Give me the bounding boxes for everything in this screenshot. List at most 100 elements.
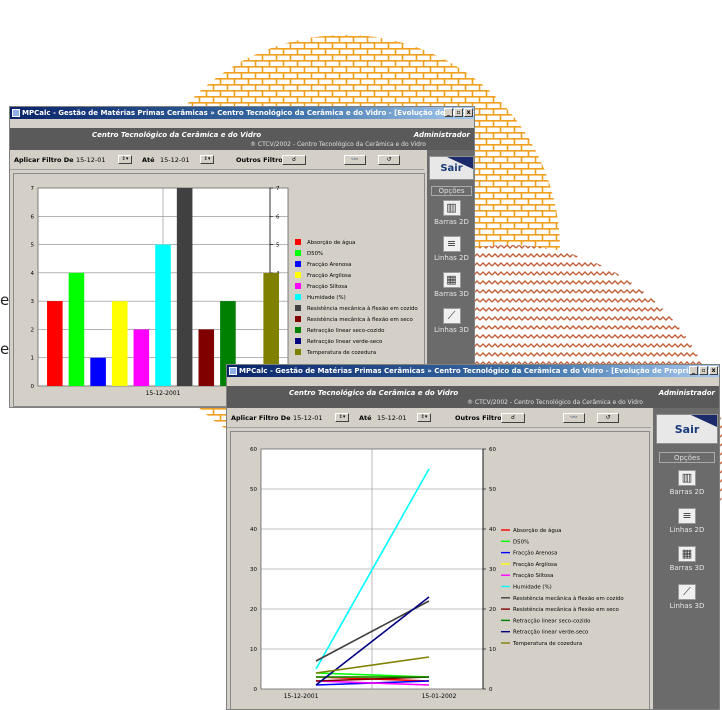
- legend-swatch: [295, 294, 301, 300]
- y-tick-label: 2: [31, 327, 35, 333]
- user-label: Administrador: [413, 131, 470, 139]
- bar-chart-3d-icon: ▦: [678, 546, 696, 562]
- from-date-spinner[interactable]: ⇕▾: [118, 155, 132, 164]
- legend-label: Retracção linear seco-cozido: [513, 618, 590, 624]
- lines-2d-option[interactable]: ≡ Linhas 2D: [653, 508, 719, 534]
- bars-2d-option[interactable]: ▥ Barras 2D: [427, 200, 474, 226]
- filter-dropdown-button[interactable]: ☌: [282, 155, 306, 165]
- undo-button[interactable]: ↺: [378, 155, 400, 165]
- y-tick-label: 20: [250, 607, 257, 613]
- option-label: Linhas 3D: [434, 326, 469, 334]
- y-tick-label: 10: [250, 647, 257, 653]
- bar-chart-2d-icon: ▥: [442, 200, 461, 216]
- option-label: Linhas 3D: [669, 602, 705, 610]
- legend-swatch: [295, 316, 301, 322]
- right-y-tick-label: 6: [276, 214, 280, 220]
- banner-title: Centro Tecnológico da Cerâmica e do Vidr…: [289, 389, 459, 397]
- chart-panel: 0 0 10 10 20 20 30 30 40 40 50 50 60 60 15-12-2001 15-0…: [230, 431, 650, 709]
- maximize-button[interactable]: ▫: [699, 366, 708, 375]
- line-chart-window: MPCalc - Gestão de Matérias Primas Cerâm…: [226, 364, 720, 710]
- exit-button[interactable]: Sair: [429, 156, 474, 180]
- legend-swatch: [295, 327, 301, 333]
- close-button[interactable]: x: [709, 366, 718, 375]
- bar: [68, 272, 85, 386]
- maximize-button[interactable]: ▫: [454, 108, 463, 117]
- right-y-tick-label: 7: [276, 186, 280, 192]
- from-date-field[interactable]: 15-12-01: [293, 414, 323, 422]
- close-button[interactable]: x: [464, 108, 473, 117]
- copyright-text: ® CTCV/2002 - Centro Tecnológico da Cerâ…: [467, 399, 643, 406]
- legend-label: Retracção linear verde-seco: [307, 339, 382, 345]
- bars-3d-option[interactable]: ▦ Barras 3D: [427, 272, 474, 298]
- y-tick-label: 7: [31, 186, 35, 192]
- legend-label: Fracção Argilosa: [513, 562, 557, 568]
- lines-3d-option[interactable]: ⟋ Linhas 3D: [653, 584, 719, 610]
- exit-button[interactable]: Sair: [656, 414, 718, 444]
- right-y-tick-label: 10: [489, 647, 496, 653]
- bars-3d-option[interactable]: ▦ Barras 3D: [653, 546, 719, 572]
- to-date-field[interactable]: 15-12-01: [377, 414, 407, 422]
- legend-label: Fracção Arenosa: [513, 551, 557, 557]
- undo-button[interactable]: ↺: [597, 413, 619, 423]
- filter-bar: Aplicar Filtro De 15-12-01 ⇕▾ Até 15-12-…: [227, 408, 651, 428]
- right-y-tick-label: 5: [276, 243, 280, 249]
- bar: [47, 301, 63, 386]
- binoculars-search-button[interactable]: 👓: [563, 413, 585, 423]
- bar-chart-2d-icon: ▥: [678, 470, 696, 486]
- menu-bar: [10, 119, 474, 128]
- from-date-spinner[interactable]: ⇕▾: [335, 413, 349, 422]
- title-bar[interactable]: MPCalc - Gestão de Matérias Primas Cerâm…: [227, 365, 719, 377]
- menu-bar: [227, 377, 719, 386]
- line-chart: 0 0 10 10 20 20 30 30 40 40 50 50 60 60 15-12-2001 15-0…: [250, 447, 624, 700]
- window-controls: _ ▫ x: [444, 108, 473, 117]
- window-title: MPCalc - Gestão de Matérias Primas Cerâm…: [22, 109, 474, 117]
- right-y-tick-label: 20: [489, 607, 496, 613]
- title-bar[interactable]: MPCalc - Gestão de Matérias Primas Cerâm…: [10, 107, 474, 119]
- user-label: Administrador: [658, 389, 715, 397]
- legend-label: Fracção Arenosa: [307, 262, 351, 268]
- exit-corner-icon: [447, 157, 473, 169]
- y-tick-label: 6: [31, 214, 35, 220]
- y-tick-label: 40: [250, 527, 257, 533]
- y-tick-label: 30: [250, 567, 257, 573]
- legend-label: D50%: [307, 251, 323, 257]
- filter-dropdown-button[interactable]: ☌: [501, 413, 525, 423]
- header-banner: Centro Tecnológico da Cerâmica e do Vidr…: [10, 128, 474, 150]
- bars-2d-option[interactable]: ▥ Barras 2D: [653, 470, 719, 496]
- filter-from-label: Aplicar Filtro De: [231, 414, 291, 422]
- binoculars-search-button[interactable]: 👓: [344, 155, 366, 165]
- legend-label: Resistência mecânica à flexão em seco: [513, 606, 619, 613]
- bar: [176, 188, 193, 386]
- exit-corner-icon: [691, 415, 717, 427]
- line-chart-3d-icon: ⟋: [678, 584, 696, 600]
- option-label: Barras 3D: [434, 290, 469, 298]
- y-tick-label: 50: [250, 487, 257, 493]
- y-tick-label: 3: [31, 299, 35, 305]
- other-filters-label: Outros Filtros: [455, 414, 506, 422]
- banner-title: Centro Tecnológico da Cerâmica e do Vidr…: [92, 131, 262, 139]
- option-label: Barras 2D: [669, 488, 705, 496]
- legend-label: Absorção de água: [307, 239, 356, 246]
- to-date-spinner[interactable]: ⇕▾: [417, 413, 431, 422]
- from-date-field[interactable]: 15-12-01: [76, 156, 106, 164]
- header-banner: Centro Tecnológico da Cerâmica e do Vidr…: [227, 386, 719, 408]
- right-y-tick-label: 50: [489, 487, 496, 493]
- to-label: Até: [142, 156, 155, 164]
- options-header: Opções: [659, 452, 715, 463]
- lines-3d-option[interactable]: ⟋ Linhas 3D: [427, 308, 474, 334]
- window-title: MPCalc - Gestão de Matérias Primas Cerâm…: [239, 367, 719, 375]
- minimize-button[interactable]: _: [689, 366, 698, 375]
- option-label: Linhas 2D: [434, 254, 469, 262]
- legend-label: Fracção Siltosa: [513, 573, 553, 579]
- minimize-button[interactable]: _: [444, 108, 453, 117]
- to-date-spinner[interactable]: ⇕▾: [200, 155, 214, 164]
- to-date-field[interactable]: 15-12-01: [160, 156, 190, 164]
- lines-2d-option[interactable]: ≡ Linhas 2D: [427, 236, 474, 262]
- legend-label: D50%: [513, 539, 529, 545]
- to-label: Até: [359, 414, 372, 422]
- legend-label: Fracção Argilosa: [307, 273, 351, 279]
- legend-swatch: [295, 261, 301, 267]
- y-tick-label: 0: [31, 384, 35, 390]
- filter-from-label: Aplicar Filtro De: [14, 156, 74, 164]
- line-chart-2d-icon: ≡: [442, 236, 461, 252]
